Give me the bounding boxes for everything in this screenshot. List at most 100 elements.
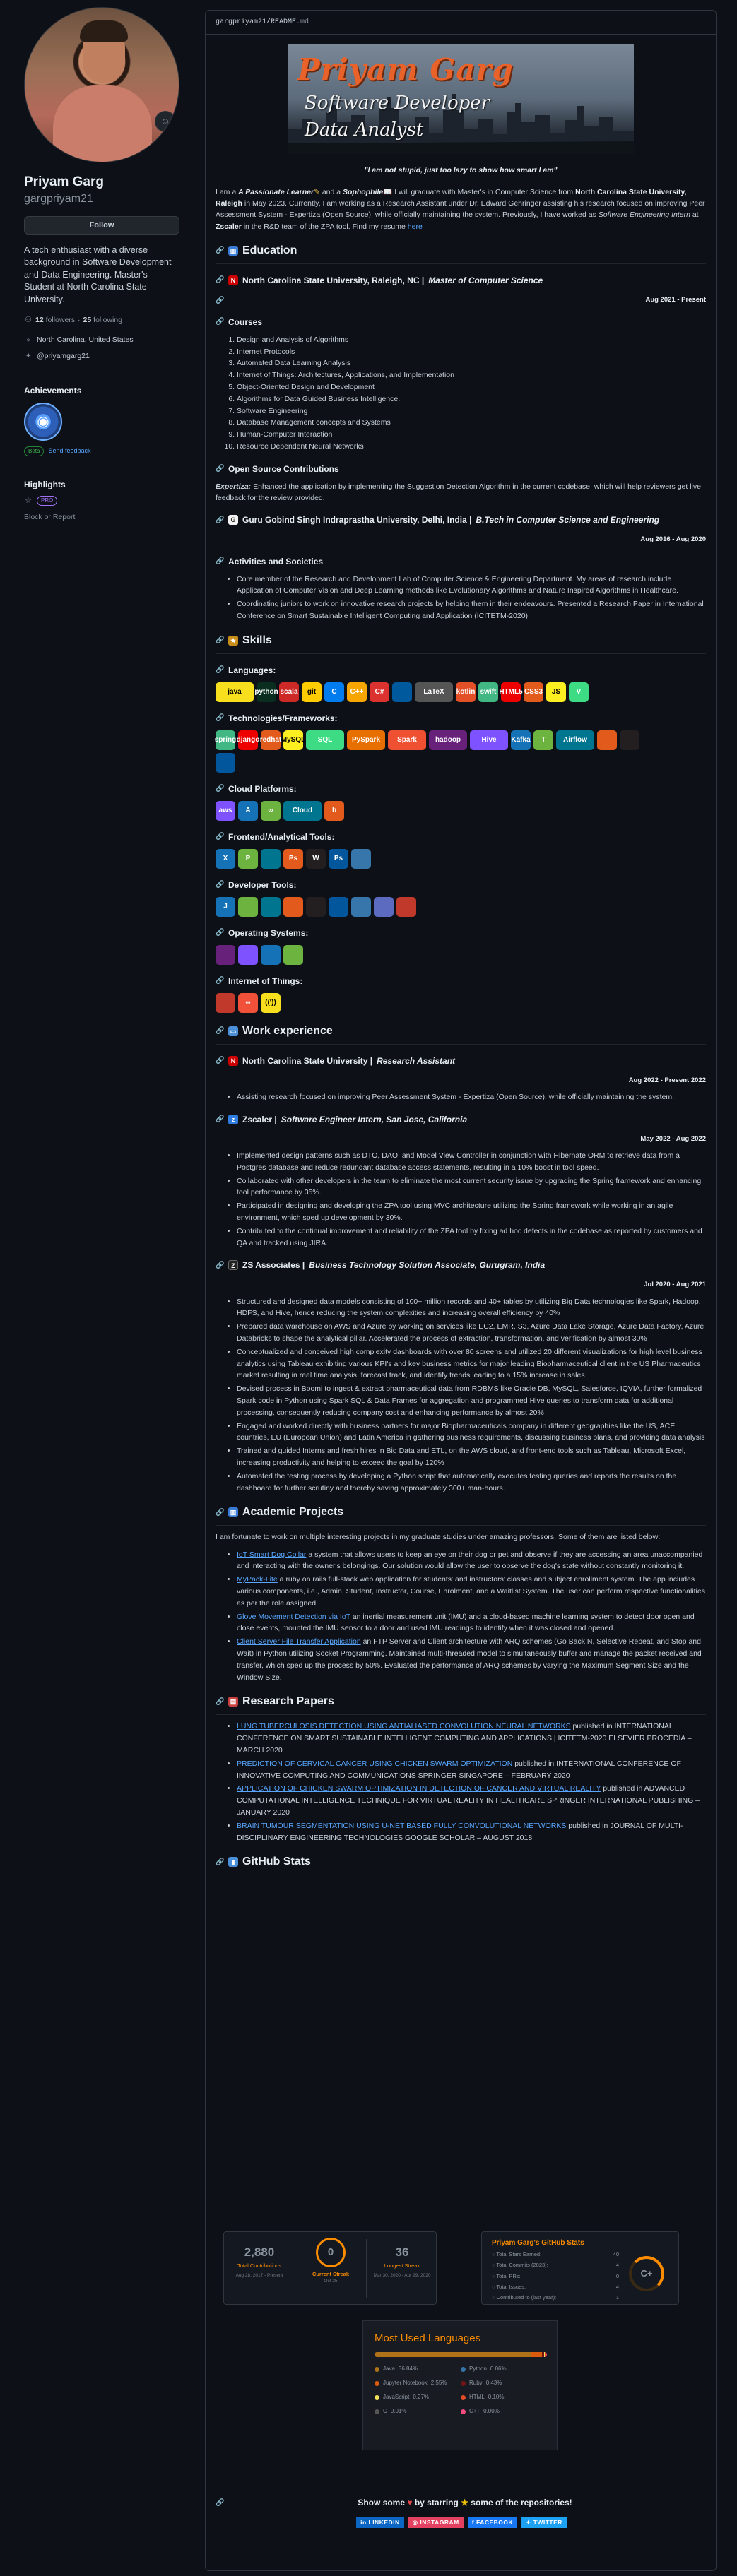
highlights-section: Highlights ☆ PRO	[24, 467, 179, 507]
skill-icon: CSS3	[524, 682, 543, 702]
work-ncsu-date: Aug 2022 - Present 2022	[628, 1076, 706, 1084]
instagram-button[interactable]: ◎ INSTAGRAM	[408, 2517, 464, 2528]
item-link[interactable]: Glove Movement Detection via IoT	[237, 1613, 350, 1621]
skill-icon: W	[306, 848, 326, 869]
twitter-icon: ✦	[526, 2518, 533, 2526]
skill-icon: swift	[478, 682, 498, 702]
anchor-link-icon[interactable]: 🔗	[216, 927, 224, 938]
item-link[interactable]: MyPack-Lite	[237, 1575, 278, 1584]
linkedin-button[interactable]: in LINKEDIN	[356, 2517, 404, 2528]
anchor-link-icon[interactable]: 🔗	[216, 879, 224, 890]
anchor-link-icon[interactable]: 🔗	[216, 635, 224, 646]
item-link[interactable]: IoT Smart Dog Collar	[237, 1550, 306, 1559]
anchor-link-icon[interactable]: 🔗	[216, 1857, 224, 1868]
anchor-link-icon[interactable]: 🔗	[216, 515, 224, 526]
skill-icon	[261, 896, 281, 917]
anchor-link-icon[interactable]: 🔗	[216, 665, 224, 675]
item-link[interactable]: PREDICTION OF CERVICAL CANCER USING CHIC…	[237, 1759, 512, 1768]
send-feedback-link[interactable]: Send feedback	[48, 446, 90, 456]
language-dot-icon	[461, 2394, 466, 2400]
papers-list: LUNG TUBERCULOSIS DETECTION USING ANTIAL…	[237, 1721, 706, 1844]
instagram-icon: ◎	[412, 2518, 420, 2526]
twitter-button[interactable]: ✦ TWITTER	[521, 2517, 567, 2528]
location-pin-icon: ⌖	[25, 336, 31, 345]
anchor-link-icon[interactable]: 🔗	[216, 783, 224, 794]
language-item: HTML 0.10%	[461, 2393, 547, 2402]
avatar[interactable]: ☺	[24, 7, 179, 162]
skill-icon	[283, 944, 303, 965]
frontend-icons: X P Ps W Ps	[216, 848, 706, 869]
anchor-link-icon[interactable]: 🔗	[216, 1260, 224, 1271]
facebook-button[interactable]: f FACEBOOK	[467, 2517, 518, 2528]
anchor-link-icon[interactable]: 🔗	[216, 275, 224, 285]
skill-icon	[351, 896, 371, 917]
github-stats-card: Priyam Garg's GitHub Stats ◌ Total Stars…	[481, 2231, 679, 2305]
language-dot-icon	[461, 2409, 466, 2414]
list-item: Glove Movement Detection via IoT an iner…	[237, 1611, 706, 1635]
os-heading: 🔗 Operating Systems:	[216, 927, 309, 938]
readme-box: gargpriyam21 / README .md Priyam Garg Sof…	[205, 10, 717, 2571]
skill-icon	[216, 992, 235, 1013]
achievement-beta-row: Beta Send feedback	[24, 446, 179, 456]
skill-icon: django	[237, 730, 259, 750]
star-icon: ★	[461, 2498, 468, 2507]
anchor-link-icon[interactable]: 🔗	[216, 831, 224, 842]
item-link[interactable]: BRAIN TUMOUR SEGMENTATION USING U-NET BA…	[237, 1822, 566, 1830]
twitter-row[interactable]: ✦ @priyamgarg21	[24, 350, 179, 362]
list-item: Assisting research focused on improving …	[237, 1091, 706, 1103]
list-item: Conceptualized and conceived high comple…	[237, 1346, 706, 1382]
anchor-link-icon[interactable]: 🔗	[216, 1114, 224, 1124]
language-bar-segment	[375, 2352, 531, 2357]
streak-total: 2,880 Total Contributions Aug 28, 2017 -…	[235, 2245, 283, 2278]
anchor-link-icon[interactable]: 🔗	[216, 245, 224, 256]
languages-icons: java python scala git C C++ C# LaTeX kotlin swift…	[216, 682, 706, 702]
banner-subtitle-2: Data Analyst	[305, 119, 424, 141]
star-icon: ☆	[25, 496, 32, 505]
followers-link[interactable]: 12 followers	[35, 315, 75, 326]
intro-paragraph: I am a A Passionate Learner✎ and a Sopho…	[216, 187, 705, 231]
anchor-link-icon[interactable]: 🔗	[216, 463, 224, 474]
achievement-badge-icon[interactable]: ◉	[24, 402, 62, 441]
language-item: Jupyter Notebook 2.55%	[375, 2379, 461, 2387]
anchor-link-icon[interactable]: 🔗	[216, 1026, 224, 1036]
follow-button[interactable]: Follow	[24, 215, 179, 235]
languages-card: Most Used Languages Java 36.84% Python 0.06…	[362, 2320, 558, 2450]
anchor-link-icon[interactable]: 🔗	[216, 975, 224, 986]
item-link[interactable]: LUNG TUBERCULOSIS DETECTION USING ANTIAL…	[237, 1722, 571, 1731]
anchor-link-icon[interactable]: 🔗	[216, 316, 224, 327]
anchor-link-icon[interactable]: 🔗	[216, 2498, 224, 2508]
anchor-link-icon[interactable]: 🔗	[216, 1507, 224, 1518]
anchor-link-icon[interactable]: 🔗	[216, 295, 224, 306]
skill-icon: scala	[279, 682, 299, 702]
skill-icon: Cloud	[283, 800, 322, 821]
anchor-link-icon[interactable]: 🔗	[216, 1697, 224, 1707]
skill-icon: Kafka	[511, 730, 531, 750]
language-item: Java 36.84%	[375, 2365, 461, 2373]
item-link[interactable]: Client Server File Transfer Application	[237, 1637, 361, 1646]
skill-icon: Spark	[388, 730, 426, 750]
list-item: Object-Oriented Design and Development	[237, 381, 706, 393]
linkedin-icon: in	[360, 2518, 369, 2526]
cloud-icons: aws A ∞ Cloud b	[216, 800, 706, 821]
devtools-heading: 🔗 Developer Tools:	[216, 879, 297, 890]
grade-ring: C+	[629, 2256, 664, 2291]
readme-file: README	[271, 18, 297, 26]
item-link[interactable]: APPLICATION OF CHICKEN SWARM OPTIMIZATIO…	[237, 1784, 601, 1793]
skill-icon	[329, 896, 348, 917]
twitter-handle[interactable]: @priyamgarg21	[37, 351, 90, 362]
resume-link[interactable]: here	[408, 222, 423, 231]
language-bar-segment	[531, 2352, 542, 2357]
following-link[interactable]: 25 following	[83, 315, 122, 326]
iot-icons: ∞ (('))	[216, 992, 706, 1013]
status-emoji-icon[interactable]: ☺	[155, 111, 176, 132]
anchor-link-icon[interactable]: 🔗	[216, 713, 224, 723]
readme-owner[interactable]: gargpriyam21	[216, 17, 266, 28]
skill-icon: python	[254, 682, 278, 702]
block-report-link[interactable]: Block or Report	[24, 512, 179, 523]
list-item: Contributed to the continual improvement…	[237, 1225, 706, 1250]
anchor-link-icon[interactable]: 🔗	[216, 1055, 224, 1066]
anchor-link-icon[interactable]: 🔗	[216, 556, 224, 566]
list-item: IoT Smart Dog Collar a system that allow…	[237, 1549, 706, 1573]
banner-title: Priyam Garg	[297, 52, 514, 87]
language-bar-segment	[546, 2352, 547, 2357]
